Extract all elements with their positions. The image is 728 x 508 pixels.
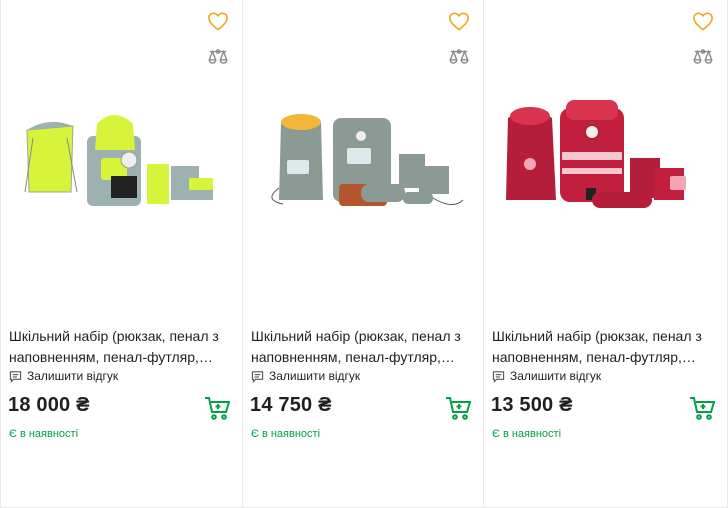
leave-review-link[interactable]: Залишити відгук bbox=[251, 369, 360, 383]
scales-icon[interactable] bbox=[692, 47, 714, 69]
product-title[interactable]: Шкільний набір (рюкзак, пенал з наповнен… bbox=[9, 326, 235, 368]
heart-outline-icon[interactable] bbox=[692, 11, 714, 31]
leave-review-label: Залишити відгук bbox=[27, 369, 119, 383]
cart-icon[interactable] bbox=[204, 396, 230, 420]
heart-outline-icon[interactable] bbox=[207, 11, 229, 31]
leave-review-link[interactable]: Залишити відгук bbox=[9, 369, 118, 383]
product-card[interactable]: Шкільний набір (рюкзак, пенал з наповнен… bbox=[0, 0, 242, 508]
stock-status: Є в наявності bbox=[492, 428, 562, 440]
product-title[interactable]: Шкільний набір (рюкзак, пенал з наповнен… bbox=[492, 326, 718, 368]
product-price: 13 500 ₴ bbox=[491, 394, 573, 416]
stock-status: Є в наявності bbox=[9, 428, 79, 440]
product-image[interactable] bbox=[253, 88, 473, 218]
product-price: 14 750 ₴ bbox=[250, 394, 332, 416]
heart-outline-icon[interactable] bbox=[448, 11, 470, 31]
product-image[interactable] bbox=[11, 88, 231, 218]
leave-review-label: Залишити відгук bbox=[510, 369, 602, 383]
product-card[interactable]: Шкільний набір (рюкзак, пенал з наповнен… bbox=[483, 0, 728, 508]
cart-icon[interactable] bbox=[445, 396, 471, 420]
stock-status: Є в наявності bbox=[251, 428, 321, 440]
cart-icon[interactable] bbox=[689, 396, 715, 420]
comment-icon bbox=[251, 370, 264, 383]
scales-icon[interactable] bbox=[207, 47, 229, 69]
product-grid: Шкільний набір (рюкзак, пенал з наповнен… bbox=[0, 0, 728, 508]
product-title[interactable]: Шкільний набір (рюкзак, пенал з наповнен… bbox=[251, 326, 477, 368]
comment-icon bbox=[9, 370, 22, 383]
leave-review-label: Залишити відгук bbox=[269, 369, 361, 383]
leave-review-link[interactable]: Залишити відгук bbox=[492, 369, 601, 383]
scales-icon[interactable] bbox=[448, 47, 470, 69]
comment-icon bbox=[492, 370, 505, 383]
product-image[interactable] bbox=[494, 88, 714, 218]
product-price: 18 000 ₴ bbox=[8, 394, 90, 416]
product-card[interactable]: Шкільний набір (рюкзак, пенал з наповнен… bbox=[242, 0, 483, 508]
